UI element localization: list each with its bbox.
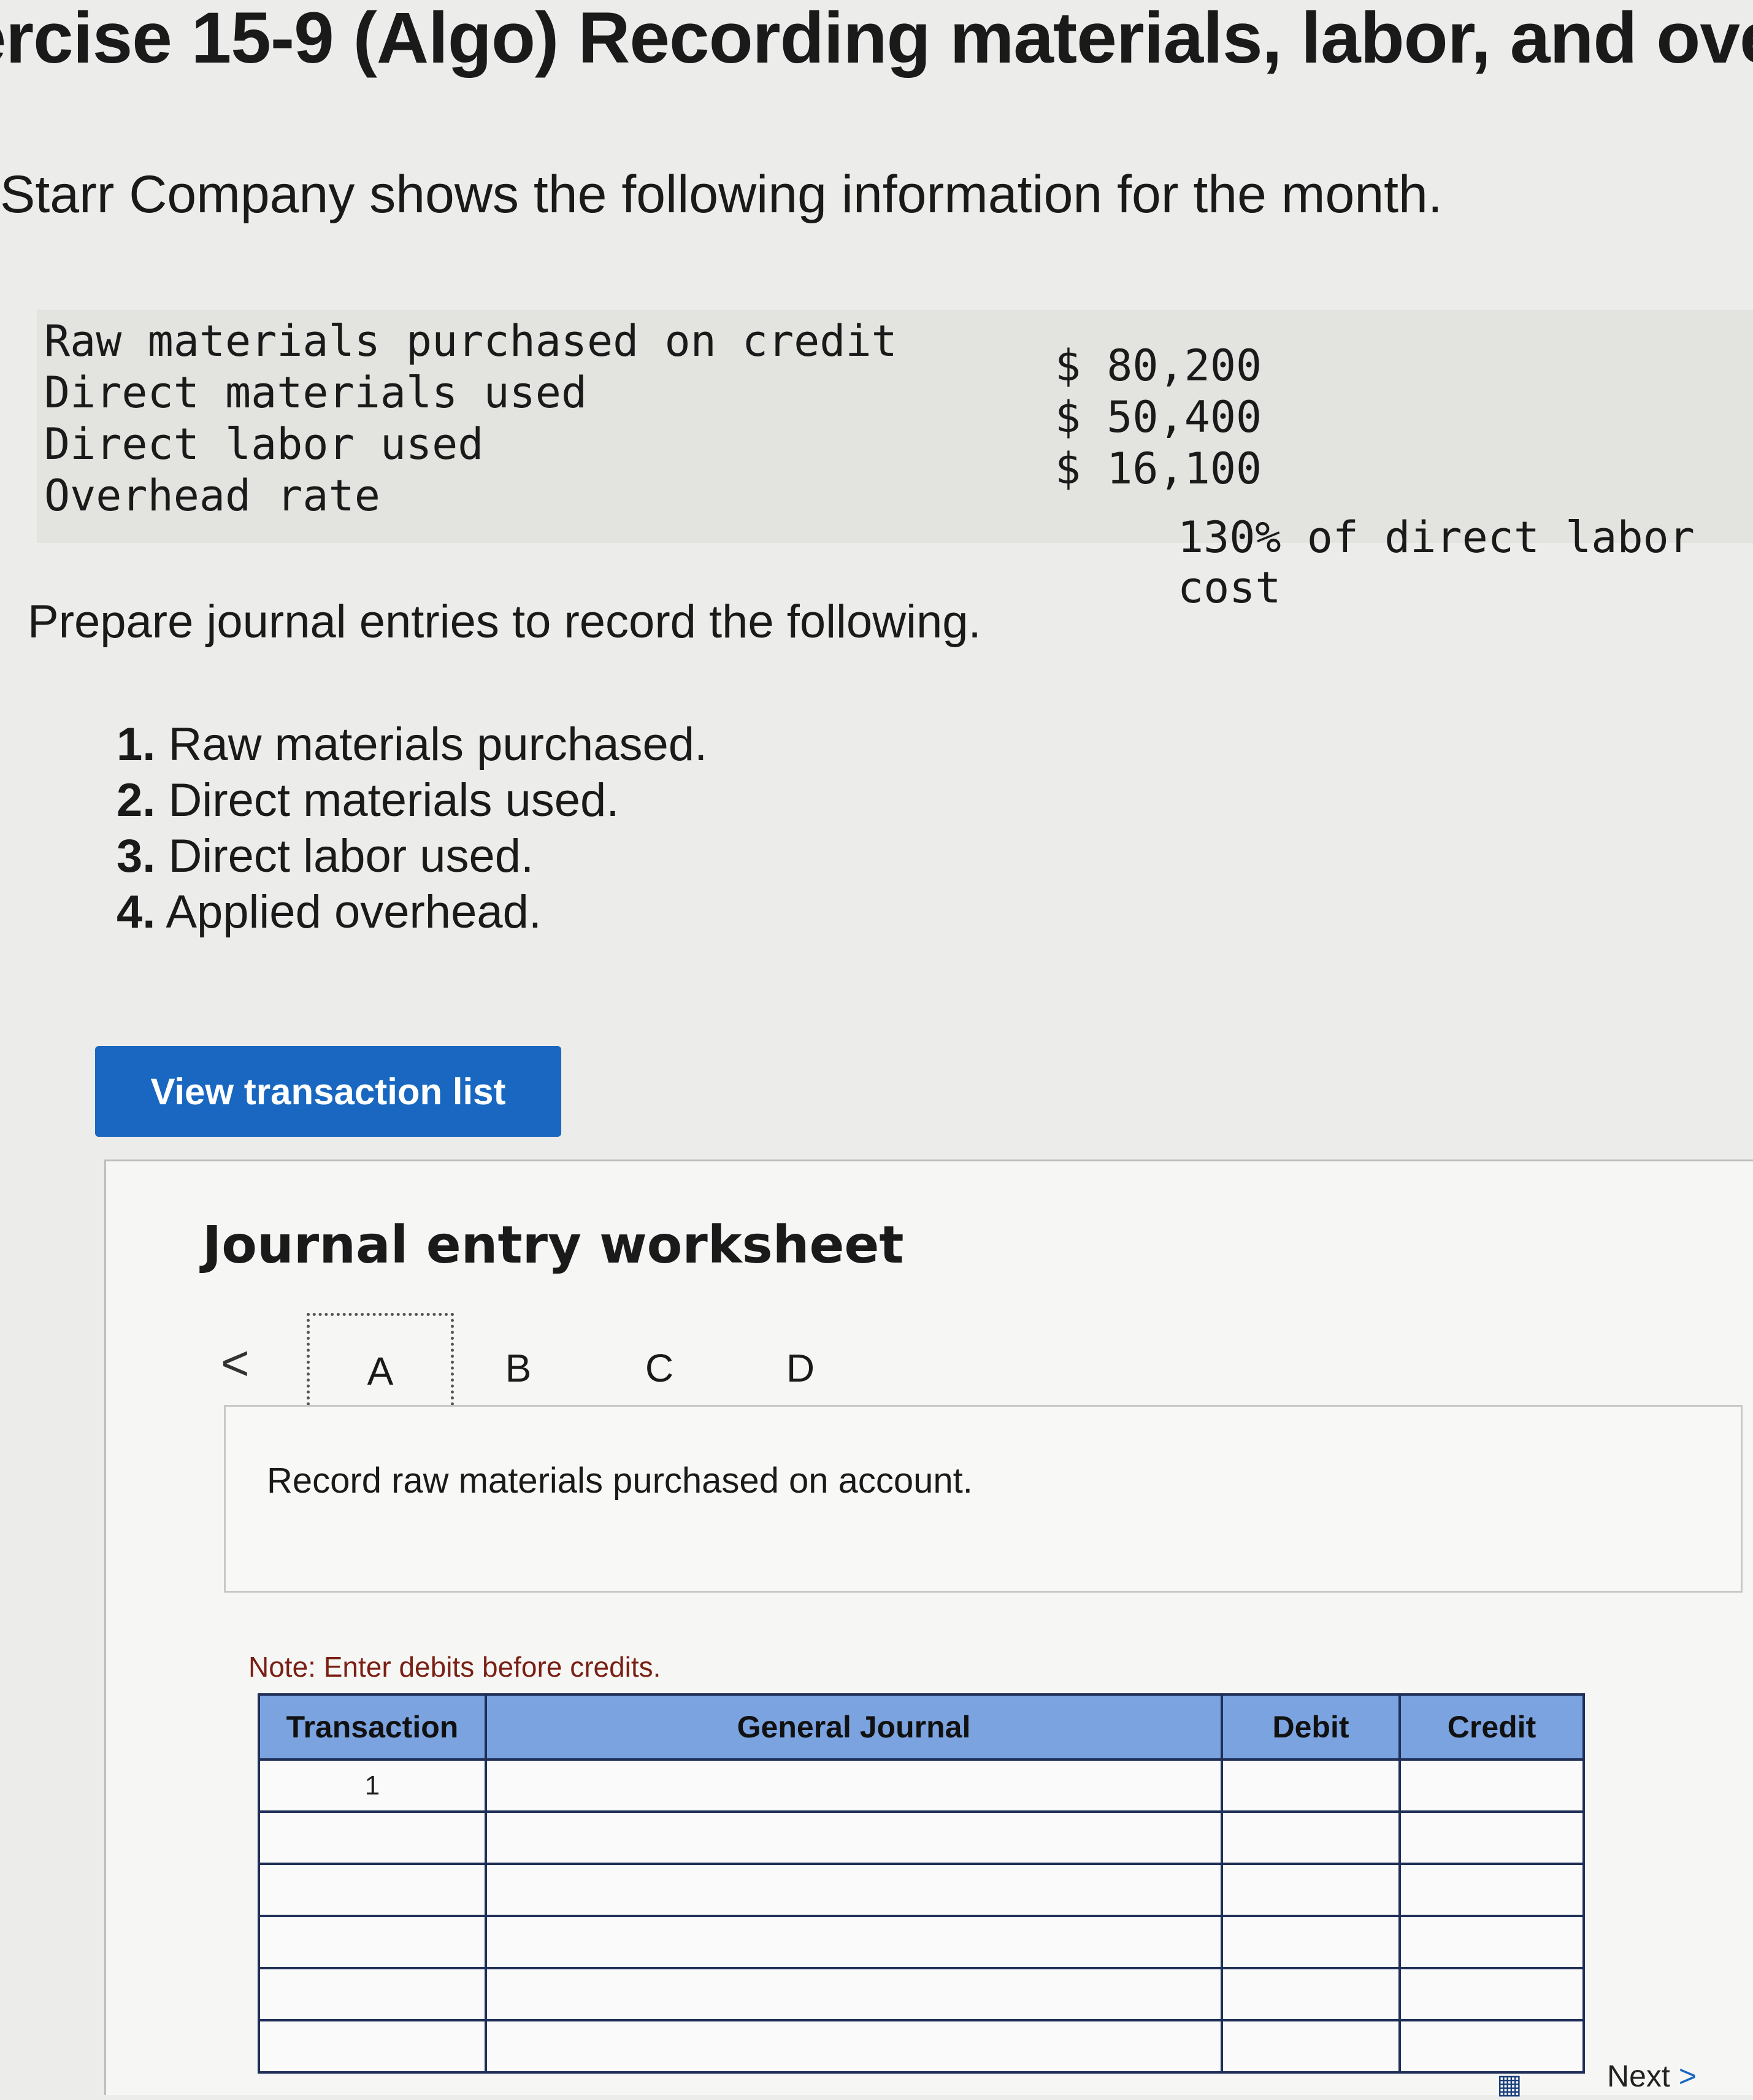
- table-row: [258, 1863, 1585, 1917]
- credit-input[interactable]: [1398, 1810, 1585, 1865]
- step-item: 1. Raw materials purchased.: [117, 718, 707, 774]
- info-value-direct-labor: $ 16,100: [1055, 444, 1262, 494]
- entry-description: Record raw materials purchased on accoun…: [267, 1461, 973, 1501]
- worksheet-title: Journal entry worksheet: [202, 1215, 904, 1275]
- step-number: 4.: [117, 886, 156, 938]
- table-row: [258, 1915, 1585, 1969]
- step-item: 3. Direct labor used.: [117, 829, 707, 885]
- step-text: Direct materials used.: [168, 774, 619, 826]
- info-value-direct-materials: $ 50,400: [1055, 392, 1262, 442]
- table-row: [258, 2019, 1585, 2074]
- table-row: [258, 1810, 1585, 1865]
- column-header-transaction: Transaction: [258, 1693, 487, 1761]
- transaction-cell: [258, 1863, 487, 1917]
- account-select[interactable]: [485, 1967, 1223, 2021]
- next-label: Next: [1607, 2059, 1670, 2093]
- step-item: 2. Direct materials used.: [117, 774, 707, 829]
- step-text: Applied overhead.: [166, 886, 542, 938]
- info-label-raw-materials: Raw materials purchased on credit: [44, 316, 897, 366]
- transaction-cell: [258, 1967, 487, 2021]
- info-label-direct-materials: Direct materials used: [44, 367, 588, 418]
- account-select[interactable]: [485, 1810, 1223, 1865]
- column-header-credit: Credit: [1398, 1693, 1585, 1761]
- next-button[interactable]: Next >: [1607, 2058, 1697, 2094]
- intro-text: Starr Company shows the following inform…: [0, 165, 1443, 224]
- chevron-left-icon[interactable]: <: [221, 1335, 250, 1391]
- debit-input[interactable]: [1221, 1758, 1401, 1813]
- info-table: Raw materials purchased on credit Direct…: [37, 310, 1753, 613]
- grid-icon[interactable]: ▦: [1497, 2069, 1522, 2100]
- credit-input[interactable]: [1398, 1863, 1585, 1917]
- account-select[interactable]: [485, 2019, 1223, 2074]
- debit-input[interactable]: [1221, 1967, 1401, 2021]
- step-number: 2.: [117, 774, 156, 826]
- transaction-cell: [258, 1915, 487, 1969]
- info-value-overhead-rate: 130% of direct labor cost: [1178, 512, 1695, 613]
- info-value-raw-materials: $ 80,200: [1055, 340, 1262, 391]
- info-label-direct-labor: Direct labor used: [44, 419, 484, 469]
- debit-input[interactable]: [1221, 1915, 1401, 1969]
- credit-input[interactable]: [1398, 2019, 1585, 2074]
- table-row: [258, 1967, 1585, 2021]
- transaction-cell: [258, 2019, 487, 2074]
- debit-credit-note: Note: Enter debits before credits.: [248, 1651, 661, 1683]
- account-select[interactable]: [485, 1863, 1223, 1917]
- step-item: 4. Applied overhead.: [117, 885, 707, 941]
- account-select[interactable]: [485, 1758, 1223, 1813]
- step-number: 3.: [117, 830, 156, 882]
- page-title: xercise 15-9 (Algo) Recording materials,…: [0, 0, 1753, 98]
- debit-input[interactable]: [1221, 2019, 1401, 2074]
- table-row: 1: [258, 1758, 1585, 1813]
- credit-input[interactable]: [1398, 1915, 1585, 1969]
- column-header-general-journal: General Journal: [485, 1693, 1223, 1761]
- credit-input[interactable]: [1398, 1967, 1585, 2021]
- info-label-overhead-rate: Overhead rate: [44, 471, 380, 521]
- chevron-right-icon: >: [1678, 2059, 1697, 2093]
- credit-input[interactable]: [1398, 1758, 1585, 1813]
- transaction-cell: [258, 1810, 487, 1865]
- debit-input[interactable]: [1221, 1863, 1401, 1917]
- journal-header-row: Transaction General Journal Debit Credit: [258, 1693, 1585, 1761]
- account-select[interactable]: [485, 1915, 1223, 1969]
- debit-input[interactable]: [1221, 1810, 1401, 1865]
- general-journal-table: Transaction General Journal Debit Credit…: [258, 1693, 1585, 2074]
- column-header-debit: Debit: [1221, 1693, 1401, 1761]
- instructions-prompt: Prepare journal entries to record the fo…: [28, 596, 981, 648]
- step-number: 1.: [117, 718, 156, 771]
- step-text: Direct labor used.: [168, 830, 534, 882]
- view-transaction-list-button[interactable]: View transaction list: [95, 1046, 561, 1137]
- instruction-steps: 1. Raw materials purchased. 2. Direct ma…: [117, 718, 707, 941]
- page-title-text: xercise 15-9 (Algo) Recording materials,…: [0, 0, 1753, 79]
- transaction-cell: 1: [258, 1758, 487, 1813]
- step-text: Raw materials purchased.: [168, 718, 708, 771]
